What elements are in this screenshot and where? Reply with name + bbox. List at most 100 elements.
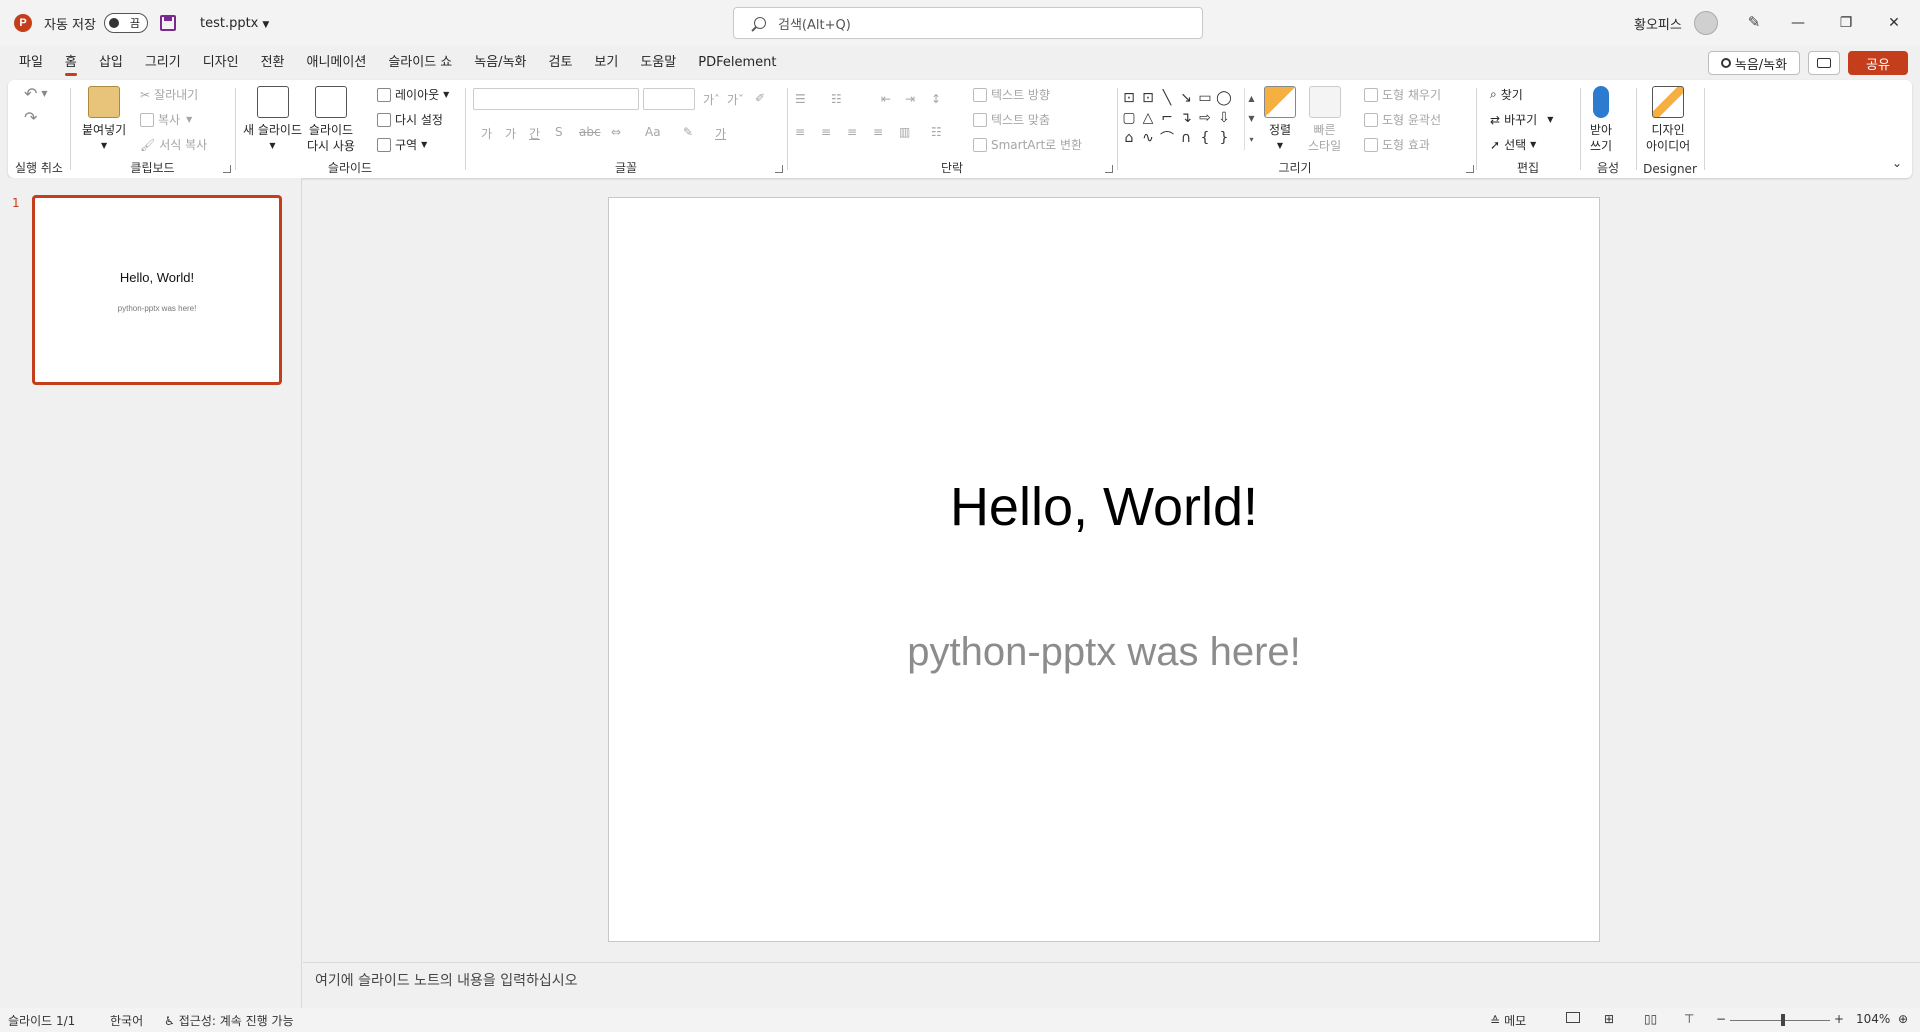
shape-effects-button[interactable]: 도형 효과 xyxy=(1364,136,1430,153)
decrease-indent-icon[interactable]: ⇤ xyxy=(881,92,891,106)
filename-button[interactable]: test.pptx ▼ xyxy=(200,16,269,31)
align-center-icon[interactable]: ≡ xyxy=(821,125,831,139)
more-icon[interactable]: ▾ xyxy=(1249,135,1253,144)
replace-button[interactable]: ⇄ 바꾸기 ▼ xyxy=(1490,111,1553,128)
notes-pane[interactable]: 여기에 슬라이드 노트의 내용을 입력하십시오 xyxy=(303,962,1920,1008)
zoom-slider-thumb[interactable] xyxy=(1781,1014,1785,1026)
left-brace-shape-icon[interactable]: { xyxy=(1196,128,1214,148)
tab-11[interactable]: 도움말 xyxy=(629,46,687,79)
right-brace-shape-icon[interactable]: } xyxy=(1215,128,1233,148)
down-arrow-shape-icon[interactable]: ⇩ xyxy=(1215,108,1233,128)
tab-7[interactable]: 슬라이드 쇼 xyxy=(377,46,463,79)
find-button[interactable]: ⌕ 찾기 xyxy=(1490,86,1523,103)
pen-icon[interactable]: ✎ xyxy=(1745,13,1763,31)
dialog-launcher-icon[interactable] xyxy=(775,165,783,173)
freeform-shape-icon[interactable]: ⌂ xyxy=(1120,128,1138,148)
underline-icon[interactable]: 간 xyxy=(529,125,540,142)
close-button[interactable]: ✕ xyxy=(1871,0,1917,46)
line-spacing-icon[interactable]: ↕ xyxy=(931,92,941,106)
tab-0[interactable]: 파일 xyxy=(8,46,54,79)
notes-button[interactable]: ≙ 메모 xyxy=(1490,1012,1526,1029)
italic-icon[interactable]: 가 xyxy=(505,125,516,142)
shapes-gallery[interactable]: ⊡ ⊡ ╲ ↘ ▭ ◯ ▢ △ ⌐ ↴ ⇨ ⇩ ⌂ ∿ ⌒ ∩ { } xyxy=(1120,88,1256,150)
chevron-down-icon[interactable]: ▼ xyxy=(1248,114,1254,123)
zoom-in-button[interactable]: + xyxy=(1834,1012,1844,1026)
numbering-icon[interactable]: ☷ xyxy=(831,92,842,106)
highlight-icon[interactable]: ✎ xyxy=(683,125,693,139)
slide-sorter-button[interactable]: ⊞ xyxy=(1604,1012,1614,1026)
char-spacing-icon[interactable]: ⇔ xyxy=(611,125,621,139)
smartart-button[interactable]: SmartArt로 변환 xyxy=(973,136,1082,153)
justify-icon[interactable]: ≡ xyxy=(873,125,883,139)
share-button[interactable]: 공유 xyxy=(1848,51,1908,75)
user-name[interactable]: 황오피스 xyxy=(1634,14,1682,33)
text-direction-button[interactable]: 텍스트 방향 xyxy=(973,86,1050,103)
dialog-launcher-icon[interactable] xyxy=(223,165,231,173)
bullets-icon[interactable]: ☰ xyxy=(795,92,806,106)
reset-button[interactable]: 다시 설정 xyxy=(377,111,443,128)
avatar[interactable] xyxy=(1694,11,1718,35)
change-case-icon[interactable]: Aa xyxy=(645,125,661,139)
font-color-icon[interactable]: 가 xyxy=(715,125,726,142)
zoom-level[interactable]: 104% xyxy=(1856,1012,1890,1026)
tab-10[interactable]: 보기 xyxy=(583,46,629,79)
vertical-text-box-shape-icon[interactable]: ⊡ xyxy=(1139,88,1157,108)
bold-icon[interactable]: 가 xyxy=(481,125,492,142)
zoom-out-button[interactable]: − xyxy=(1716,1012,1726,1026)
increase-indent-icon[interactable]: ⇥ xyxy=(905,92,915,106)
text-columns-icon[interactable]: ☷ xyxy=(931,125,942,139)
right-arrow-shape-icon[interactable]: ⇨ xyxy=(1196,108,1214,128)
columns-icon[interactable]: ▥ xyxy=(899,125,910,139)
fit-to-window-icon[interactable]: ⊕ xyxy=(1898,1012,1908,1026)
text-box-shape-icon[interactable]: ⊡ xyxy=(1120,88,1138,108)
undo-icon[interactable]: ↶ ▼ xyxy=(24,84,48,103)
reuse-slides-button[interactable]: 슬라이드 다시 사용 xyxy=(307,86,355,154)
normal-view-button[interactable] xyxy=(1566,1012,1580,1023)
slide-thumbnail[interactable]: Hello, World! python-pptx was here! xyxy=(32,195,282,385)
slide-subtitle[interactable]: python-pptx was here! xyxy=(609,630,1599,675)
tab-12[interactable]: PDFelement xyxy=(687,46,787,79)
slide-title[interactable]: Hello, World! xyxy=(609,476,1599,538)
oval-shape-icon[interactable]: ◯ xyxy=(1215,88,1233,108)
tab-2[interactable]: 삽입 xyxy=(88,46,134,79)
elbow-connector-shape-icon[interactable]: ⌐ xyxy=(1158,108,1176,128)
autosave-toggle[interactable]: 끔 xyxy=(103,13,148,33)
slide-canvas[interactable]: Hello, World! python-pptx was here! xyxy=(608,197,1600,942)
clear-formatting-icon[interactable]: ✐ xyxy=(755,91,765,105)
align-text-button[interactable]: 텍스트 맞춤 xyxy=(973,111,1050,128)
paste-button[interactable]: 붙여넣기 ▼ xyxy=(82,86,126,154)
tab-1[interactable]: 홈 xyxy=(54,46,88,79)
tab-8[interactable]: 녹음/녹화 xyxy=(463,46,537,79)
tab-9[interactable]: 검토 xyxy=(538,46,584,79)
arrow-line-shape-icon[interactable]: ↘ xyxy=(1177,88,1195,108)
ribbon-collapse-icon[interactable]: ⌄ xyxy=(1892,156,1902,170)
font-size-combo[interactable] xyxy=(643,88,695,110)
designer-button[interactable]: 디자인 아이디어 xyxy=(1646,86,1690,154)
record-button[interactable]: 녹음/녹화 xyxy=(1708,51,1800,75)
align-right-icon[interactable]: ≡ xyxy=(847,125,857,139)
line-shape-icon[interactable]: ╲ xyxy=(1158,88,1176,108)
shrink-font-icon[interactable]: 가ˇ xyxy=(727,91,744,108)
align-left-icon[interactable]: ≡ xyxy=(795,125,805,139)
arc-shape-icon[interactable]: ⌒ xyxy=(1158,128,1176,148)
shape-outline-button[interactable]: 도형 윤곽선 xyxy=(1364,111,1441,128)
layout-button[interactable]: 레이아웃 ▼ xyxy=(377,86,449,103)
minimize-button[interactable]: — xyxy=(1775,0,1821,46)
format-painter-button[interactable]: 🖌 서식 복사 xyxy=(140,136,207,153)
tab-5[interactable]: 전환 xyxy=(250,46,296,79)
arrange-button[interactable]: 정렬 ▼ xyxy=(1264,86,1296,154)
tab-3[interactable]: 그리기 xyxy=(134,46,192,79)
scribble-shape-icon[interactable]: ∿ xyxy=(1139,128,1157,148)
accessibility-button[interactable]: ♿ 접근성: 계속 진행 가능 xyxy=(164,1012,294,1029)
elbow-arrow-shape-icon[interactable]: ↴ xyxy=(1177,108,1195,128)
grow-font-icon[interactable]: 가ˆ xyxy=(703,91,720,108)
chevron-up-icon[interactable]: ▲ xyxy=(1248,94,1254,103)
rounded-rectangle-shape-icon[interactable]: ▢ xyxy=(1120,108,1138,128)
quick-styles-button[interactable]: 빠른 스타일 xyxy=(1308,86,1341,154)
gallery-scroll[interactable]: ▲ ▼ ▾ xyxy=(1244,88,1258,150)
cut-button[interactable]: ✂ 잘라내기 xyxy=(140,86,198,103)
zoom-slider[interactable] xyxy=(1730,1020,1830,1021)
save-icon[interactable] xyxy=(159,15,176,31)
select-button[interactable]: ➚ 선택 ▼ xyxy=(1490,136,1536,153)
tab-4[interactable]: 디자인 xyxy=(192,46,250,79)
